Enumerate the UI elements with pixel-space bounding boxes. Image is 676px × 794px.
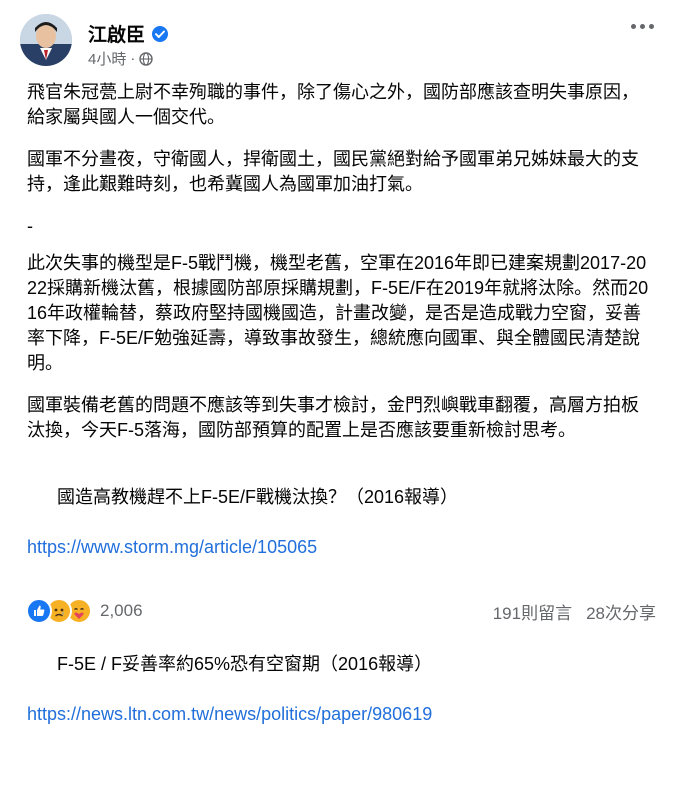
avatar-image bbox=[20, 14, 72, 66]
post-header: 江啟臣 4小時 · bbox=[20, 14, 660, 70]
like-reaction-icon bbox=[26, 598, 52, 624]
reaction-count: 2,006 bbox=[100, 601, 143, 620]
post-stats: 191則留言 28次分享 bbox=[493, 599, 656, 624]
post-meta: 4小時 · bbox=[88, 48, 154, 69]
post-body: 飛官朱冠甍上尉不幸殉職的事件，除了傷心之外，國防部應該查明失事原因，給家屬與國人… bbox=[27, 80, 650, 794]
post-paragraph-2: 國軍不分晝夜，守衛國人，捍衛國土，國民黨絕對給予國軍弟兄姊妹最大的支持，逢此艱難… bbox=[27, 149, 639, 194]
reactions-summary[interactable]: 2,006 bbox=[26, 598, 143, 624]
link-title-2: F-5E / F妥善率約65%恐有空窗期（2016報導） bbox=[57, 654, 433, 674]
post-paragraph-1: 飛官朱冠甍上尉不幸殉職的事件，除了傷心之外，國防部應該查明失事原因，給家屬與國人… bbox=[27, 82, 639, 127]
globe-icon[interactable] bbox=[139, 51, 154, 66]
comments-count[interactable]: 191則留言 bbox=[493, 599, 572, 624]
link-block-1: 國造高教機趕不上F-5E/F戰機汰換？（2016報導） https://www.… bbox=[27, 460, 650, 610]
post-card: 江啟臣 4小時 · 飛官朱冠甍上尉不幸殉職的事件，除了傷心之外，國防部應該查明失… bbox=[0, 0, 676, 724]
author-avatar[interactable] bbox=[20, 14, 72, 66]
author-name[interactable]: 江啟臣 bbox=[88, 20, 145, 47]
verified-badge-icon bbox=[151, 25, 169, 43]
link-block-2: F-5E / F妥善率約65%恐有空窗期（2016報導） https://new… bbox=[27, 627, 650, 777]
author-name-row: 江啟臣 bbox=[88, 20, 169, 47]
post-timestamp[interactable]: 4小時 bbox=[88, 48, 126, 69]
article-link-1[interactable]: https://www.storm.mg/article/105065 bbox=[27, 535, 650, 560]
more-options-icon[interactable] bbox=[626, 14, 658, 38]
post-footer: 2,006 191則留言 28次分享 bbox=[26, 598, 656, 624]
post-paragraph-3: 此次失事的機型是F-5戰鬥機，機型老舊，空軍在2016年即已建案規劃2017-2… bbox=[27, 253, 649, 373]
article-link-2[interactable]: https://news.ltn.com.tw/news/politics/pa… bbox=[27, 702, 650, 727]
post-paragraph-4: 國軍裝備老舊的問題不應該等到失事才檢討，金門烈嶼戰車翻覆，高層方拍板汰換，今天F… bbox=[27, 395, 639, 440]
link-title-1: 國造高教機趕不上F-5E/F戰機汰換？（2016報導） bbox=[57, 487, 459, 507]
shares-count[interactable]: 28次分享 bbox=[586, 599, 656, 624]
meta-separator: · bbox=[130, 50, 136, 67]
post-paragraph-separator: - bbox=[27, 216, 33, 236]
